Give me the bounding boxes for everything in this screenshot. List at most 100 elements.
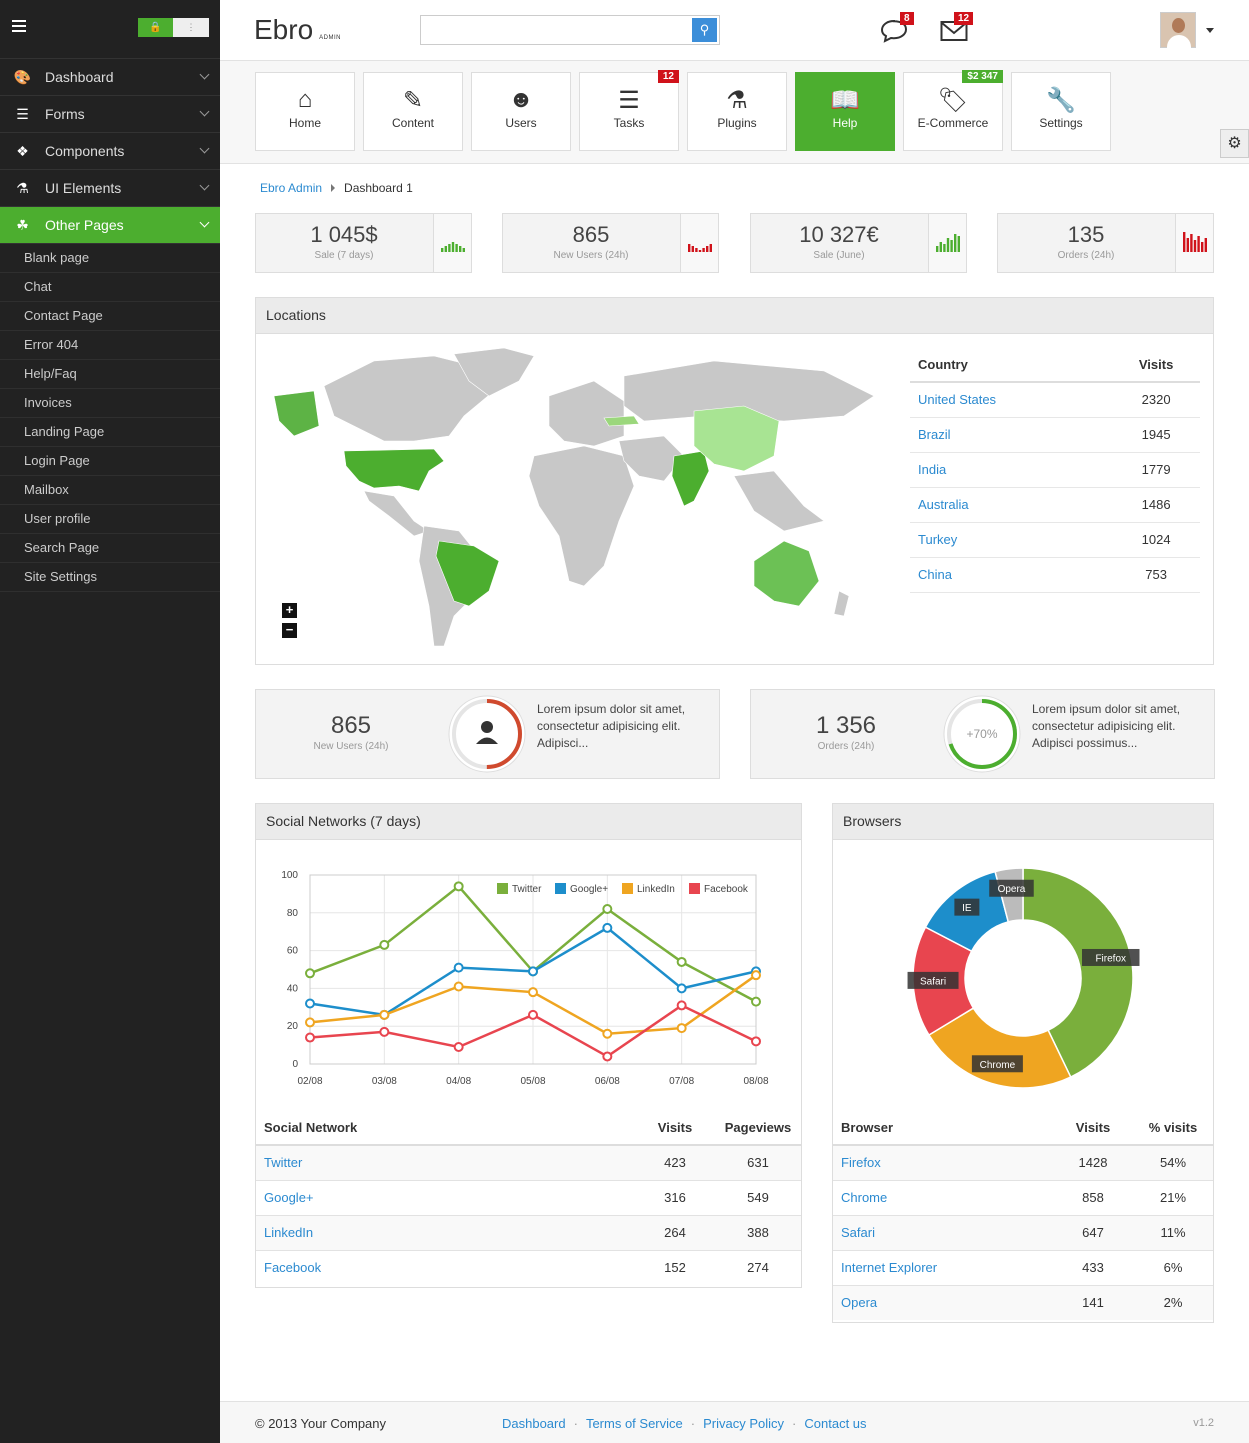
- world-map[interactable]: [264, 346, 884, 656]
- footer-link[interactable]: Privacy Policy: [703, 1416, 784, 1431]
- breadcrumb-root[interactable]: Ebro Admin: [260, 181, 322, 195]
- legend-label: LinkedIn: [637, 884, 675, 895]
- footer-link[interactable]: Contact us: [804, 1416, 866, 1431]
- visits-cell: 423: [635, 1144, 715, 1180]
- tasks-icon: ☰: [618, 87, 640, 114]
- chevron-down-icon: [199, 180, 210, 191]
- legend-label: Twitter: [512, 884, 542, 895]
- progress-label: +70%: [966, 727, 997, 741]
- stat-label: Sale (June): [813, 250, 865, 261]
- users-icon: ☻: [508, 86, 534, 113]
- toolbar-plugins[interactable]: ⚗ Plugins: [687, 72, 787, 151]
- zoom-in-button[interactable]: +: [282, 603, 297, 618]
- spark-bar: [706, 246, 709, 252]
- search-input[interactable]: ⚲: [420, 15, 720, 45]
- stat-value: 135: [1067, 222, 1105, 247]
- table-row: Safari 647 11%: [833, 1214, 1213, 1250]
- country-cell: Brazil: [910, 417, 1105, 453]
- avatar[interactable]: [1160, 12, 1196, 48]
- spark-bar: [698, 250, 702, 252]
- logo-subtitle: ADMIN: [319, 35, 341, 41]
- zoom-out-button[interactable]: −: [282, 623, 297, 638]
- chevron-right-icon: [331, 184, 336, 192]
- browser-link[interactable]: Internet Explorer: [841, 1260, 937, 1275]
- menu-icon[interactable]: [12, 20, 26, 32]
- data-point: [379, 1026, 390, 1037]
- social-table: Social Network Visits Pageviews Twitter 4…: [256, 1110, 801, 1285]
- toolbar-content[interactable]: ✎ Content: [363, 72, 463, 151]
- data-point: [305, 1017, 315, 1028]
- toolbar-e-commerce[interactable]: 🏷 E-Commerce $2 347: [903, 70, 1003, 151]
- sidebar-item-label: Components: [45, 143, 125, 159]
- spark-bar: [441, 248, 444, 252]
- data-point: [453, 881, 464, 892]
- toolbar-help[interactable]: 📖 Help: [795, 72, 895, 151]
- country-link[interactable]: Turkey: [918, 532, 957, 547]
- y-tick-label: 40: [287, 983, 299, 994]
- sidebar-subitem[interactable]: Chat: [0, 273, 220, 302]
- app-logo[interactable]: Ebro ADMIN: [254, 14, 341, 46]
- footer-link[interactable]: Dashboard: [502, 1416, 566, 1431]
- y-tick-label: 80: [287, 908, 299, 919]
- version: v1.2: [1193, 1417, 1214, 1429]
- toolbar-users[interactable]: ☻ Users: [471, 72, 571, 151]
- table-row: Internet Explorer 433 6%: [833, 1249, 1213, 1285]
- sidebar-item-forms[interactable]: ☰ Forms: [0, 96, 220, 133]
- country-cell: Turkey: [910, 522, 1105, 558]
- country-link[interactable]: United States: [918, 392, 996, 407]
- data-point: [602, 1051, 613, 1062]
- country-link[interactable]: India: [918, 462, 946, 477]
- sidebar-subitem[interactable]: Login Page: [0, 447, 220, 476]
- table-row: Australia 1486: [910, 487, 1200, 523]
- sparkline: [680, 214, 718, 272]
- lock-toggle[interactable]: 🔒 ⋮: [138, 18, 209, 37]
- browser-link[interactable]: Safari: [841, 1225, 875, 1240]
- sidebar-subitem[interactable]: Landing Page: [0, 418, 220, 447]
- y-tick-label: 100: [281, 870, 298, 881]
- toolbar-label: Plugins: [717, 116, 757, 130]
- network-link[interactable]: Google+: [264, 1190, 314, 1205]
- browser-link[interactable]: Chrome: [841, 1190, 887, 1205]
- sidebar-subitem[interactable]: Search Page: [0, 534, 220, 563]
- sidebar-subitem[interactable]: Mailbox: [0, 476, 220, 505]
- footer-link[interactable]: Terms of Service: [586, 1416, 683, 1431]
- table-row: Google+ 316 549: [256, 1179, 801, 1215]
- toolbar-tasks[interactable]: ☰ Tasks 12: [579, 70, 679, 151]
- legend-swatch: [497, 883, 508, 894]
- separator: ·: [792, 1416, 797, 1431]
- network-link[interactable]: LinkedIn: [264, 1225, 313, 1240]
- column-header: Browser: [833, 1110, 1053, 1146]
- toolbar-settings[interactable]: 🔧 Settings: [1011, 72, 1111, 151]
- sidebar-item-other-pages[interactable]: ☘ Other Pages: [0, 207, 220, 244]
- chevron-down-icon[interactable]: [1206, 28, 1214, 33]
- sidebar-subitem[interactable]: Help/Faq: [0, 360, 220, 389]
- data-point: [528, 966, 538, 977]
- sidebar-item-components[interactable]: ❖ Components: [0, 133, 220, 170]
- edit-icon: ✎: [402, 87, 424, 114]
- toolbar-home[interactable]: ⌂ Home: [255, 72, 355, 151]
- sidebar-item-ui-elements[interactable]: ⚗ UI Elements: [0, 170, 220, 207]
- column-header: Country: [910, 348, 1105, 383]
- browser-link[interactable]: Firefox: [841, 1155, 881, 1170]
- data-point: [602, 904, 613, 915]
- country-link[interactable]: China: [918, 567, 952, 582]
- sidebar-subitem[interactable]: Error 404: [0, 331, 220, 360]
- browser-cell: Opera: [833, 1284, 1053, 1320]
- gear-icon[interactable]: ⚙: [1220, 129, 1249, 158]
- summary-label: New Users (24h): [313, 741, 389, 752]
- data-point: [453, 981, 464, 992]
- network-link[interactable]: Twitter: [264, 1155, 302, 1170]
- country-link[interactable]: Australia: [918, 497, 969, 512]
- search-icon[interactable]: ⚲: [692, 18, 717, 42]
- sidebar-subitem[interactable]: Blank page: [0, 244, 220, 273]
- spark-bar: [451, 242, 455, 252]
- sidebar-subitem[interactable]: Contact Page: [0, 302, 220, 331]
- sidebar-item-dashboard[interactable]: 🎨 Dashboard: [0, 59, 220, 96]
- sidebar-subitem[interactable]: Invoices: [0, 389, 220, 418]
- chevron-down-icon: [199, 106, 210, 117]
- network-link[interactable]: Facebook: [264, 1260, 321, 1275]
- sidebar-subitem[interactable]: User profile: [0, 505, 220, 534]
- browser-link[interactable]: Opera: [841, 1295, 877, 1310]
- country-link[interactable]: Brazil: [918, 427, 951, 442]
- sidebar-subitem[interactable]: Site Settings: [0, 563, 220, 592]
